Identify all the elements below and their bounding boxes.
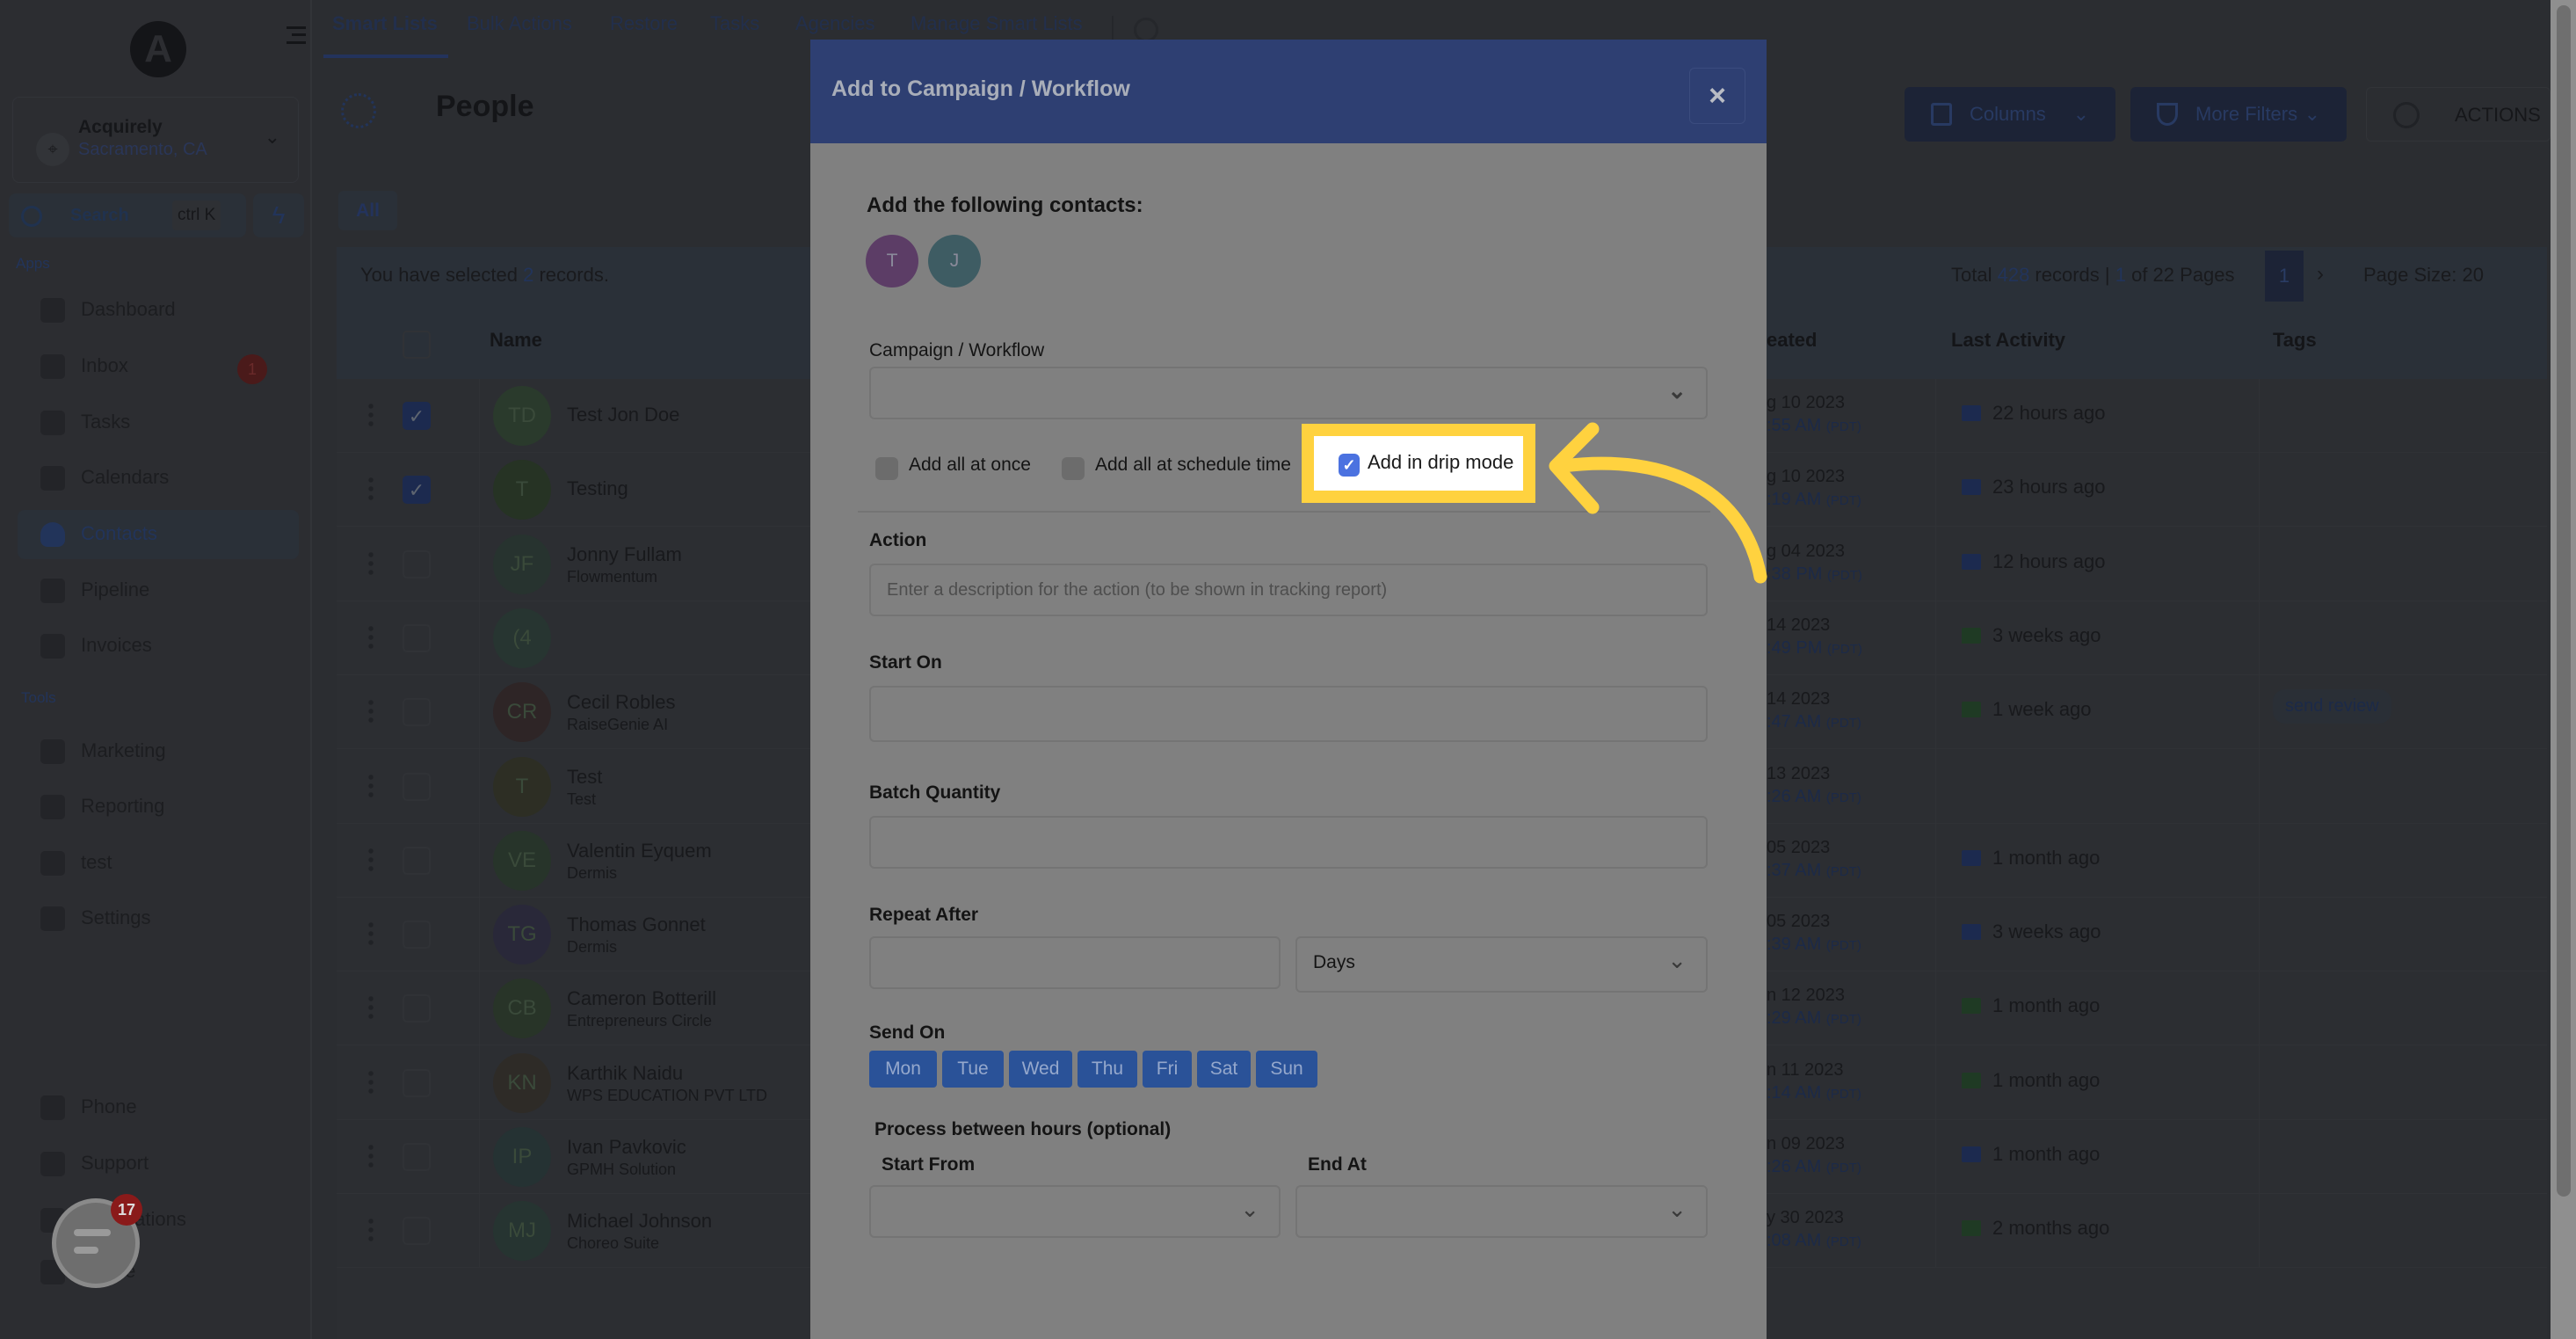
pointer-arrow-icon <box>1549 422 1767 584</box>
